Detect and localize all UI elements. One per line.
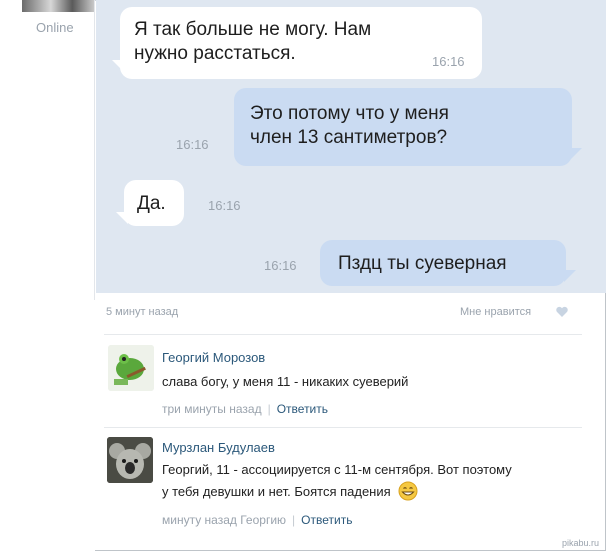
post-timestamp[interactable]: 5 минут назад [106, 306, 178, 318]
commenter-avatar[interactable] [107, 437, 153, 483]
heart-icon[interactable] [555, 305, 569, 319]
watermark: pikabu.ru [562, 538, 600, 548]
meta-divider: | [267, 402, 271, 416]
reply-link[interactable]: Ответить [301, 513, 352, 527]
message-bubble-outgoing: Пздц ты суеверная [320, 240, 566, 286]
message-text: Да. [137, 193, 166, 214]
message-time: 16:16 [208, 198, 241, 213]
message-time: 16:16 [432, 54, 465, 69]
comment-meta: минуту назад Георгию | Ответить [162, 513, 352, 527]
koala-avatar-image [107, 437, 153, 483]
grin-emoji-icon [398, 481, 418, 501]
online-status: Online [36, 20, 74, 35]
comment-meta: три минуты назад | Ответить [162, 402, 328, 416]
bubble-tail [116, 212, 128, 224]
comment-author[interactable]: Георгий Морозов [162, 350, 265, 365]
comment-author[interactable]: Мурзлан Будулаев [162, 440, 275, 455]
commenter-avatar[interactable] [108, 345, 154, 391]
reply-link[interactable]: Ответить [277, 402, 328, 416]
profile-column: Online [0, 0, 95, 553]
message-time: 16:16 [176, 137, 209, 152]
message-text: Пздц ты суеверная [338, 253, 507, 274]
bubble-tail [570, 148, 582, 160]
comment-time[interactable]: минуту назад Георгию [162, 513, 286, 527]
frog-avatar-image [108, 345, 154, 391]
separator [104, 334, 582, 335]
comment-text: слава богу, у меня 11 - никаких суеверий [162, 374, 409, 389]
comment-text: Георгий, 11 - ассоциируется с 11-м сентя… [162, 462, 512, 501]
message-bubble-incoming: Да. [124, 180, 184, 226]
user-avatar[interactable] [22, 0, 94, 12]
message-text: Я так больше не могу. Нам нужно расстать… [134, 19, 372, 64]
column-divider [94, 0, 95, 300]
message-text: Это потому что у меня член 13 сантиметро… [250, 103, 449, 148]
message-time: 16:16 [264, 258, 297, 273]
separator [104, 427, 582, 428]
like-label[interactable]: Мне нравится [460, 306, 531, 318]
bubble-tail [112, 60, 124, 72]
meta-divider: | [292, 513, 296, 527]
comment-time[interactable]: три минуты назад [162, 402, 262, 416]
bubble-tail [564, 270, 576, 282]
chat-area: Я так больше не могу. Нам нужно расстать… [96, 0, 606, 293]
message-bubble-incoming: Я так больше не могу. Нам нужно расстать… [120, 7, 482, 79]
message-bubble-outgoing: Это потому что у меня член 13 сантиметро… [234, 88, 572, 166]
